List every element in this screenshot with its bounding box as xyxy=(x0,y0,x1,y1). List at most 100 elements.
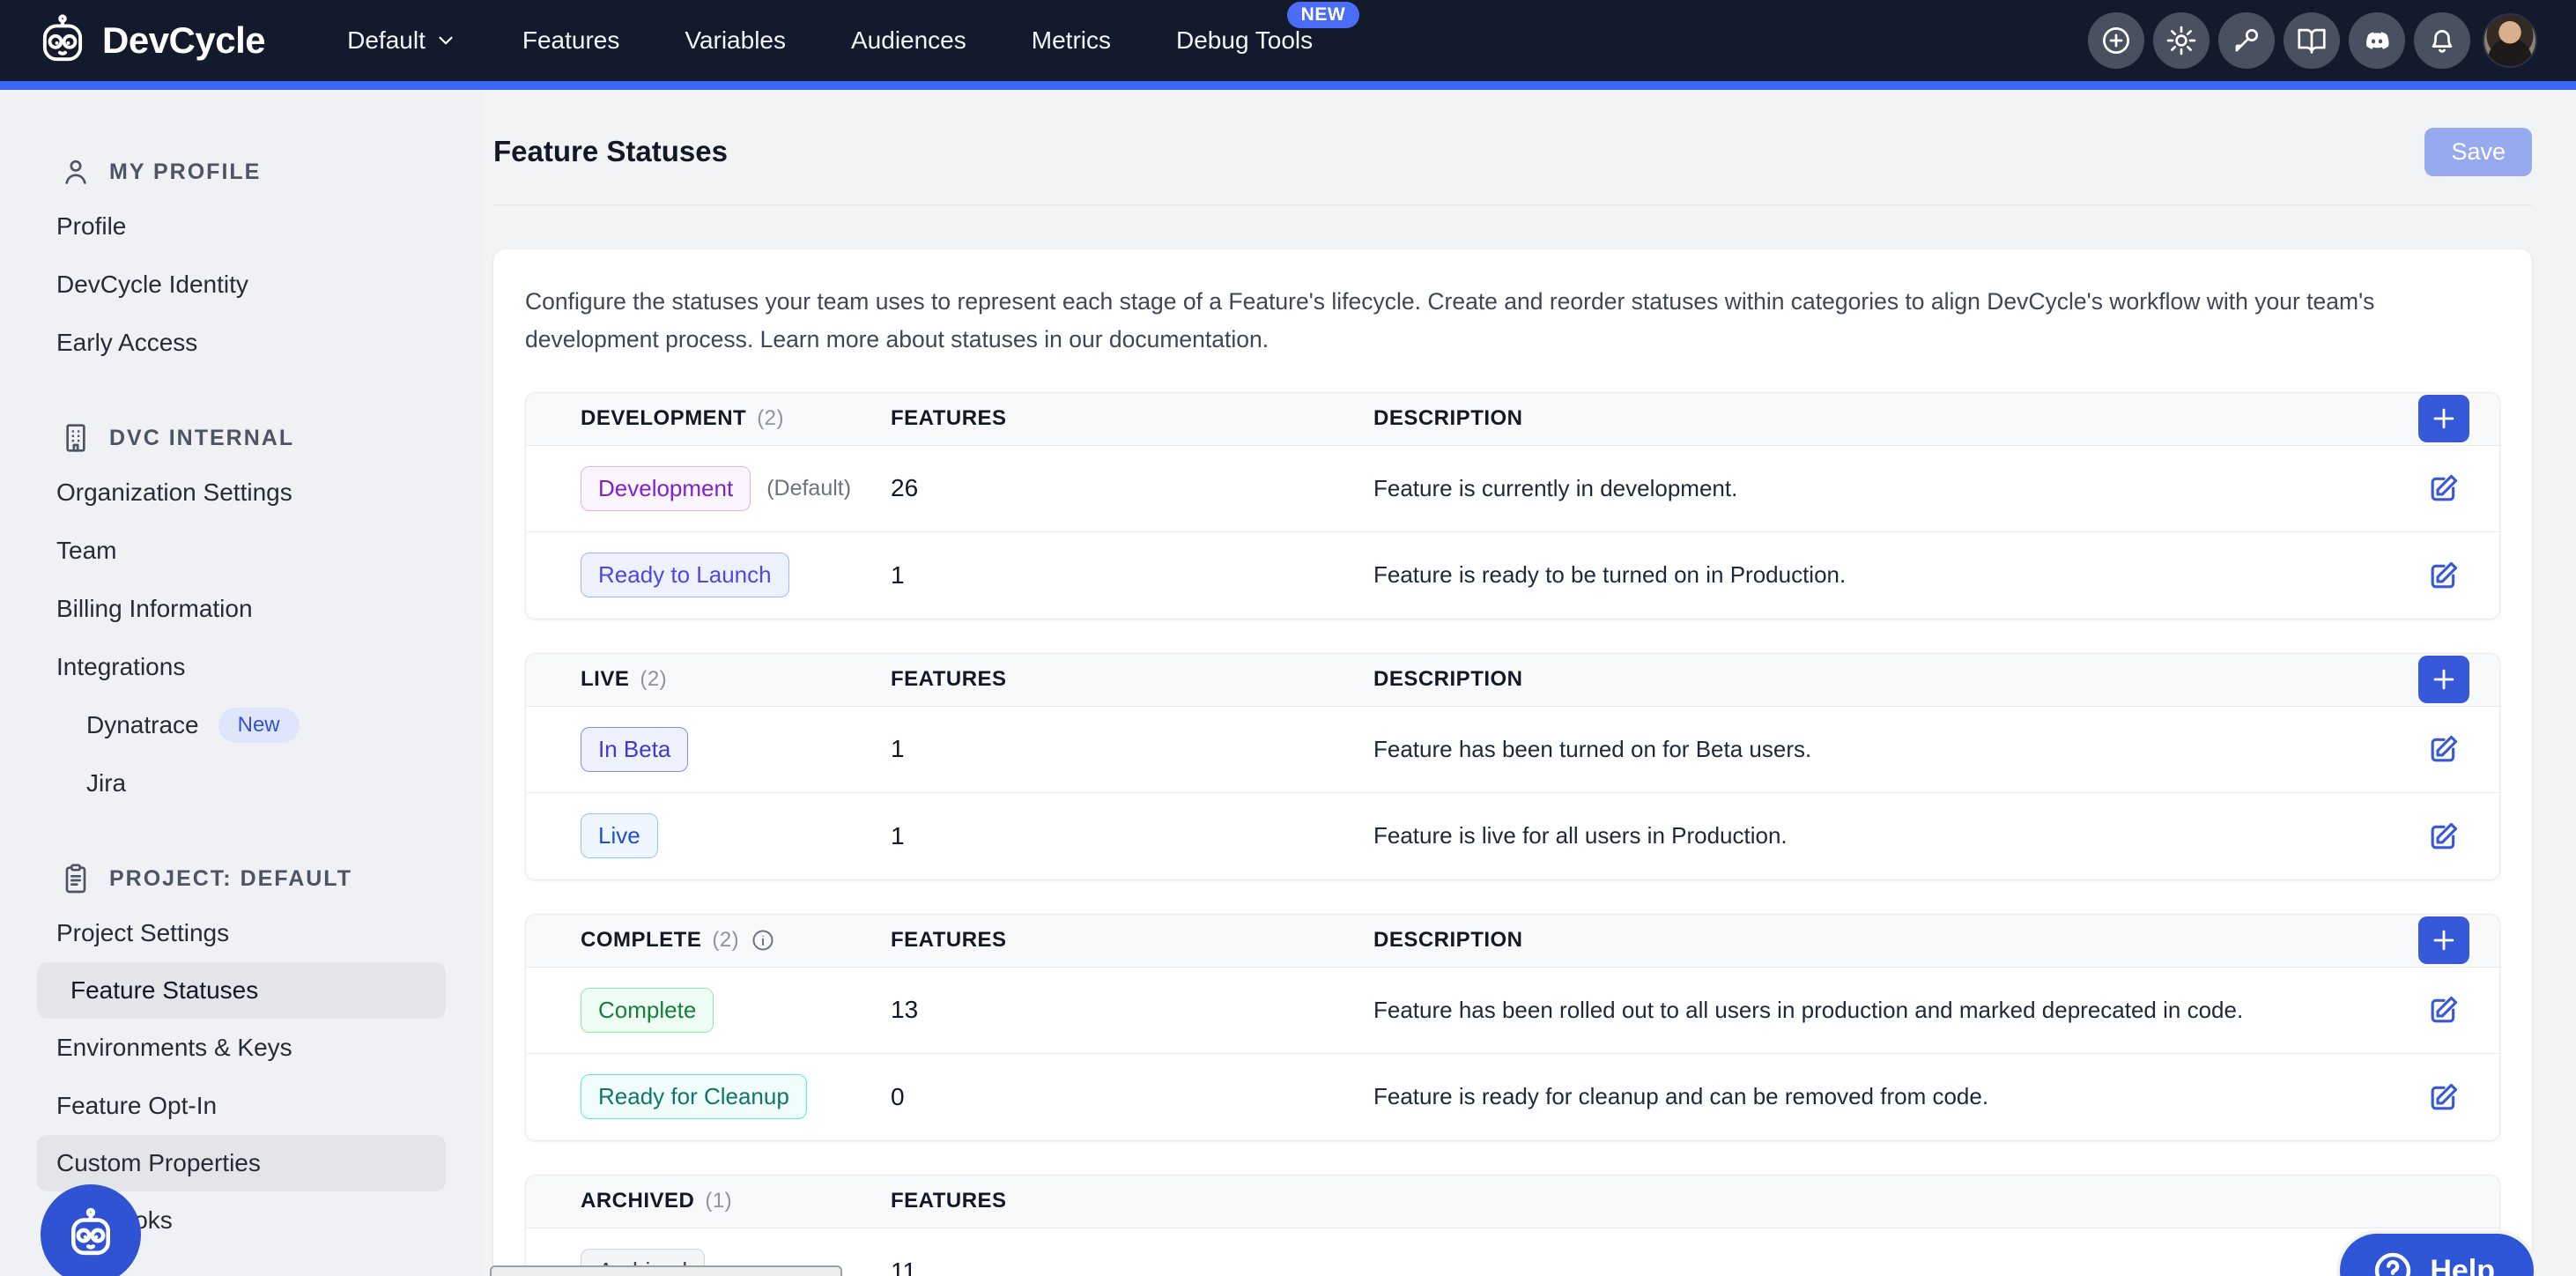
status-row: In Beta 1 Feature has been turned on for… xyxy=(526,707,2499,793)
nav-variables[interactable]: Variables xyxy=(652,0,818,81)
sidebar-item-organization-settings[interactable]: Organization Settings xyxy=(0,464,483,522)
status-badge: In Beta xyxy=(581,727,688,772)
top-navbar: DevCycle Default Features Variables Audi… xyxy=(0,0,2576,81)
sidebar-item-early-access[interactable]: Early Access xyxy=(0,314,483,372)
table-header: DEVELOPMENT (2) FEATURES DESCRIPTION xyxy=(526,393,2499,446)
add-status-button[interactable] xyxy=(2418,656,2469,703)
sidebar-section-my-profile: MY PROFILE Profile DevCycle Identity Ear… xyxy=(0,146,483,372)
plus-icon xyxy=(2429,925,2459,955)
api-keys-button[interactable] xyxy=(2218,12,2275,69)
category-label: ARCHIVED xyxy=(581,1189,694,1213)
status-description: Feature has been turned on for Beta user… xyxy=(1373,736,2388,763)
add-status-button[interactable] xyxy=(2418,916,2469,964)
sidebar-item-integrations[interactable]: Integrations xyxy=(0,638,483,696)
category-count: (1) xyxy=(705,1189,732,1213)
edit-pencil-icon xyxy=(2424,556,2463,595)
sidebar-item-billing-information[interactable]: Billing Information xyxy=(0,580,483,638)
status-row: Live 1 Feature is live for all users in … xyxy=(526,793,2499,879)
status-table-archived: ARCHIVED (1) FEATURES Archived 11 xyxy=(525,1175,2500,1276)
key-icon xyxy=(2230,24,2263,57)
status-description: Feature has been rolled out to all users… xyxy=(1373,997,2388,1024)
description-column-header: DESCRIPTION xyxy=(1373,928,2388,953)
sidebar-section-dvc-internal: DVC INTERNAL Organization Settings Team … xyxy=(0,412,483,812)
status-row: Ready to Launch 1 Feature is ready to be… xyxy=(526,532,2499,619)
building-icon xyxy=(58,420,93,456)
status-description: Feature is ready for cleanup and can be … xyxy=(1373,1083,2388,1110)
main-nav: Default Features Variables Audiences Met… xyxy=(315,0,1345,81)
nav-org-switcher[interactable]: Default xyxy=(315,0,490,81)
sidebar-item-profile[interactable]: Profile xyxy=(0,197,483,256)
status-description: Feature is currently in development. xyxy=(1373,475,2388,502)
sidebar-header-my-profile: MY PROFILE xyxy=(0,146,483,197)
nav-debug-tools[interactable]: Debug Tools NEW xyxy=(1144,0,1345,81)
person-icon xyxy=(58,154,93,189)
features-column-header: FEATURES xyxy=(891,667,1373,692)
feature-count: 1 xyxy=(891,561,1373,590)
sidebar-item-environments-keys[interactable]: Environments & Keys xyxy=(0,1019,483,1077)
edit-pencil-icon xyxy=(2424,990,2463,1029)
page-title: Feature Statuses xyxy=(493,135,728,168)
add-status-button[interactable] xyxy=(2418,395,2469,442)
devcycle-logo[interactable]: DevCycle xyxy=(35,13,265,68)
nav-metrics[interactable]: Metrics xyxy=(999,0,1144,81)
status-table-development: DEVELOPMENT (2) FEATURES DESCRIPTION Dev… xyxy=(525,392,2500,619)
feature-count: 26 xyxy=(891,474,1373,502)
edit-pencil-icon xyxy=(2424,469,2463,508)
feature-count: 13 xyxy=(891,996,1373,1024)
edit-status-button[interactable] xyxy=(2424,817,2463,856)
sidebar-item-feature-statuses[interactable]: Feature Statuses xyxy=(37,962,446,1019)
status-badge: Complete xyxy=(581,988,714,1033)
category-label: COMPLETE xyxy=(581,928,701,953)
sidebar-item-project-settings[interactable]: Project Settings xyxy=(0,904,483,962)
features-column-header: FEATURES xyxy=(891,1189,1373,1213)
table-header: LIVE (2) FEATURES DESCRIPTION xyxy=(526,654,2499,707)
settings-button[interactable] xyxy=(2153,12,2210,69)
chat-widget-button[interactable] xyxy=(41,1184,141,1276)
robot-chat-icon xyxy=(63,1206,119,1263)
question-circle-icon xyxy=(2372,1250,2414,1276)
create-button[interactable] xyxy=(2088,12,2144,69)
status-row: Development (Default) 26 Feature is curr… xyxy=(526,446,2499,532)
feature-count: 11 xyxy=(891,1257,1373,1276)
discord-button[interactable] xyxy=(2349,12,2405,69)
edit-pencil-icon xyxy=(2424,1078,2463,1116)
feature-statuses-card: Configure the statuses your team uses to… xyxy=(493,249,2532,1276)
sidebar-item-dynatrace[interactable]: Dynatrace New xyxy=(0,696,483,754)
sidebar-item-team[interactable]: Team xyxy=(0,522,483,580)
nav-audiences[interactable]: Audiences xyxy=(818,0,999,81)
status-table-live: LIVE (2) FEATURES DESCRIPTION In Beta xyxy=(525,653,2500,880)
sidebar-item-jira[interactable]: Jira xyxy=(0,754,483,812)
dynatrace-new-badge: New xyxy=(218,708,300,743)
bottom-peek-element xyxy=(490,1265,842,1276)
edit-status-button[interactable] xyxy=(2424,556,2463,595)
status-badge: Ready to Launch xyxy=(581,553,789,597)
gear-icon xyxy=(2165,24,2198,57)
sidebar-item-feature-opt-in[interactable]: Feature Opt-In xyxy=(0,1077,483,1135)
edit-status-button[interactable] xyxy=(2424,990,2463,1029)
edit-status-button[interactable] xyxy=(2424,1078,2463,1116)
category-count: (2) xyxy=(757,406,784,431)
edit-status-button[interactable] xyxy=(2424,469,2463,508)
nav-features[interactable]: Features xyxy=(490,0,653,81)
new-badge: NEW xyxy=(1287,2,1360,28)
accent-bar xyxy=(0,81,2576,90)
edit-status-button[interactable] xyxy=(2424,730,2463,768)
save-button[interactable]: Save xyxy=(2424,128,2532,176)
plus-circle-icon xyxy=(2099,24,2133,57)
page-header: Feature Statuses Save xyxy=(493,90,2532,204)
status-badge: Development xyxy=(581,466,751,511)
intro-text: Configure the statuses your team uses to… xyxy=(525,283,2500,359)
sidebar-item-devcycle-identity[interactable]: DevCycle Identity xyxy=(0,256,483,314)
status-table-complete: COMPLETE (2) FEATURES DESCRIPTION Comple xyxy=(525,914,2500,1141)
documentation-button[interactable] xyxy=(2284,12,2340,69)
help-label: Help xyxy=(2430,1254,2495,1276)
notifications-button[interactable] xyxy=(2414,12,2470,69)
main-content: Feature Statuses Save Configure the stat… xyxy=(483,90,2576,1276)
sidebar-item-custom-properties[interactable]: Custom Properties xyxy=(37,1135,446,1191)
category-label: LIVE xyxy=(581,667,629,692)
category-count: (2) xyxy=(712,928,739,953)
help-button[interactable]: Help xyxy=(2336,1230,2537,1276)
info-icon[interactable] xyxy=(750,927,776,953)
features-column-header: FEATURES xyxy=(891,406,1373,431)
user-avatar[interactable] xyxy=(2483,13,2537,68)
